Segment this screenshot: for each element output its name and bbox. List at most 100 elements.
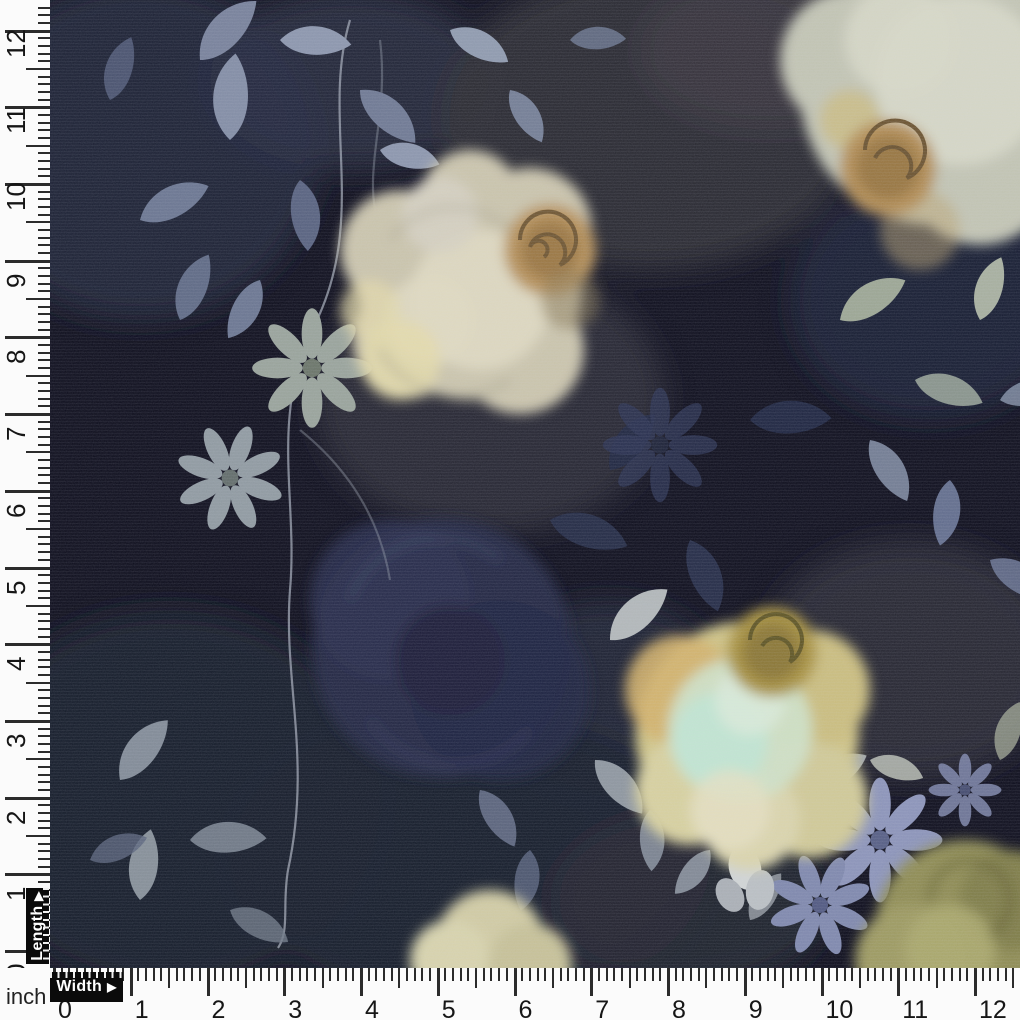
- ruler-tick: [437, 968, 440, 996]
- ruler-tick: [38, 559, 50, 561]
- ruler-tick: [38, 574, 50, 576]
- ruler-tick: [782, 968, 784, 988]
- ruler-number: 12: [3, 29, 29, 58]
- right-arrow-icon: ▶: [107, 981, 117, 993]
- ruler-tick: [383, 968, 385, 981]
- ruler-tick: [521, 968, 523, 981]
- ruler-tick: [368, 968, 370, 981]
- ruler-tick: [1005, 968, 1007, 981]
- ruler-tick: [253, 968, 255, 981]
- ruler-tick: [375, 968, 377, 981]
- ruler-number: 5: [3, 580, 29, 594]
- ruler-tick: [38, 781, 50, 783]
- ruler-number: 10: [826, 998, 854, 1020]
- ruler-tick: [38, 459, 50, 461]
- ruler-tick: [26, 221, 50, 223]
- ruler-number: 7: [595, 998, 609, 1020]
- ruler-tick: [26, 375, 50, 377]
- ruler-tick: [5, 643, 50, 646]
- ruler-tick: [38, 689, 50, 691]
- ruler-number: 2: [3, 810, 29, 824]
- ruler-tick: [345, 968, 347, 981]
- ruler-tick: [38, 237, 50, 239]
- ruler-tick: [506, 968, 508, 981]
- ruler-number: 9: [749, 998, 763, 1020]
- ruler-tick: [483, 968, 485, 981]
- ruler-tick: [828, 968, 830, 981]
- ruler-tick: [38, 582, 50, 584]
- ruler-tick: [844, 968, 846, 981]
- width-ruler: 0123456789101112: [0, 968, 1020, 1020]
- ruler-tick: [26, 451, 50, 453]
- ruler-tick: [38, 428, 50, 430]
- ruler-tick: [989, 968, 991, 981]
- ruler-tick: [168, 968, 170, 988]
- ruler-tick: [237, 968, 239, 981]
- ruler-tick: [882, 968, 884, 981]
- ruler-tick: [38, 206, 50, 208]
- ruler-tick: [774, 968, 776, 981]
- ruler-tick: [460, 968, 462, 981]
- ruler-tick: [38, 789, 50, 791]
- ruler-tick: [698, 968, 700, 981]
- ruler-tick: [429, 968, 431, 981]
- ruler-tick: [38, 160, 50, 162]
- ruler-tick: [406, 968, 408, 981]
- ruler-tick: [913, 968, 915, 981]
- ruler-tick: [26, 835, 50, 837]
- length-label: Length: [29, 906, 46, 961]
- ruler-tick: [705, 968, 707, 988]
- ruler-tick: [821, 968, 824, 996]
- ruler-tick: [352, 968, 354, 981]
- ruler-tick: [245, 968, 247, 988]
- ruler-tick: [959, 968, 961, 981]
- ruler-number: 3: [3, 733, 29, 747]
- ruler-tick: [38, 60, 50, 62]
- ruler-tick: [38, 398, 50, 400]
- ruler-tick: [836, 968, 838, 981]
- ruler-tick: [38, 168, 50, 170]
- ruler-tick: [5, 260, 50, 263]
- ruler-tick: [38, 866, 50, 868]
- ruler-tick: [606, 968, 608, 981]
- ruler-tick: [38, 697, 50, 699]
- width-label-badge: Width ▶: [50, 972, 123, 1002]
- ruler-tick: [26, 682, 50, 684]
- ruler-number: 3: [288, 998, 302, 1020]
- ruler-tick: [421, 968, 423, 981]
- ruler-tick: [38, 405, 50, 407]
- ruler-tick: [191, 968, 193, 981]
- ruler-tick: [467, 968, 469, 981]
- ruler-tick: [867, 968, 869, 981]
- ruler-tick: [38, 122, 50, 124]
- ruler-tick: [767, 968, 769, 981]
- ruler-tick: [38, 198, 50, 200]
- fabric-photo: [50, 0, 1020, 968]
- ruler-tick: [38, 620, 50, 622]
- ruler-tick: [38, 367, 50, 369]
- ruler-tick: [797, 968, 799, 981]
- ruler-tick: [790, 968, 792, 981]
- ruler-tick: [38, 735, 50, 737]
- ruler-tick: [713, 968, 715, 981]
- ruler-tick: [214, 968, 216, 981]
- ruler-tick: [160, 968, 162, 981]
- ruler-tick: [391, 968, 393, 981]
- ruler-tick: [38, 858, 50, 860]
- ruler-tick: [675, 968, 677, 981]
- ruler-tick: [951, 968, 953, 981]
- ruler-tick: [659, 968, 661, 981]
- ruler-tick: [38, 513, 50, 515]
- ruler-number: 11: [902, 998, 928, 1020]
- ruler-tick: [721, 968, 723, 981]
- ruler-tick: [276, 968, 278, 981]
- ruler-tick: [38, 313, 50, 315]
- ruler-tick: [38, 674, 50, 676]
- ruler-tick: [38, 14, 50, 16]
- ruler-tick: [260, 968, 262, 981]
- ruler-number: 10: [3, 182, 29, 211]
- ruler-tick: [38, 45, 50, 47]
- ruler-tick: [38, 551, 50, 553]
- ruler-tick: [26, 145, 50, 147]
- ruler-tick: [567, 968, 569, 981]
